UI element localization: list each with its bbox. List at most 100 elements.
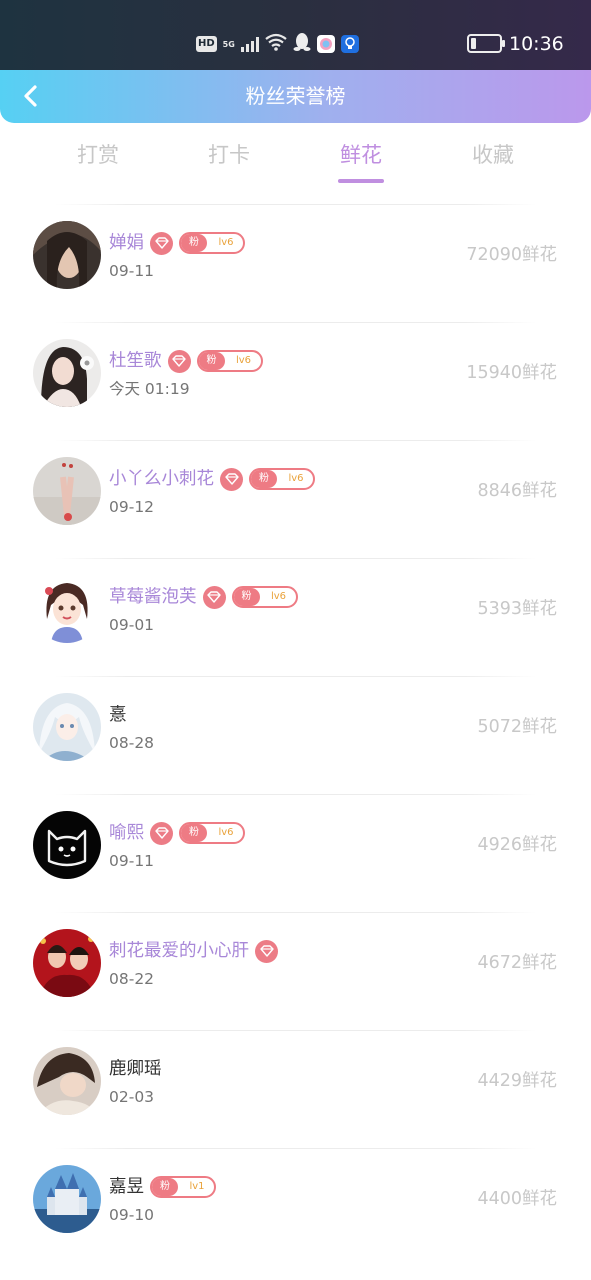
list-item-date: 09-10 xyxy=(109,1206,155,1224)
avatar[interactable] xyxy=(33,221,101,289)
divider xyxy=(55,676,537,677)
name-line: 嘉昱 粉 lv1 xyxy=(109,1174,216,1200)
lightbulb-app-icon xyxy=(340,35,359,53)
app-icon xyxy=(316,35,335,53)
fan-level-badge: 粉 lv6 xyxy=(231,586,298,608)
fan-level: lv6 xyxy=(270,591,287,602)
list-item-date: 08-28 xyxy=(109,734,155,752)
list-item-date: 02-03 xyxy=(109,1088,155,1106)
user-name[interactable]: 草莓酱泡芙 xyxy=(109,585,197,609)
list-item[interactable]: 嘉昱 粉 lv1 09-10 4400鲜花 xyxy=(0,1148,591,1266)
tab-flowers[interactable]: 鲜花 xyxy=(316,138,406,172)
divider xyxy=(55,440,537,441)
divider xyxy=(55,204,537,205)
avatar[interactable] xyxy=(33,339,101,407)
tab-tips[interactable]: 打赏 xyxy=(53,138,143,172)
status-bar: HD 5G 10:36 xyxy=(0,0,591,80)
battery-level xyxy=(471,38,476,49)
user-name[interactable]: 婵娟 xyxy=(109,231,144,255)
diamond-icon xyxy=(150,231,173,255)
name-line: 小丫么小刺花 粉 lv6 xyxy=(109,466,315,492)
avatar[interactable] xyxy=(33,929,101,997)
flower-count: 4672鲜花 xyxy=(477,953,557,973)
user-name[interactable]: 喻熙 xyxy=(109,821,144,845)
fan-label: 粉 xyxy=(233,588,260,606)
avatar[interactable] xyxy=(33,693,101,761)
list-item[interactable]: 小丫么小刺花 粉 lv6 09-12 8846鲜花 xyxy=(0,440,591,558)
name-line: 草莓酱泡芙 粉 lv6 xyxy=(109,584,298,610)
tab-checkin[interactable]: 打卡 xyxy=(184,138,274,172)
divider xyxy=(55,1030,537,1031)
ranking-list: 婵娟 粉 lv6 09-11 72090鲜花 杜笙歌 粉 lv6 今天 01:19 … xyxy=(0,204,591,1266)
fan-label: 粉 xyxy=(152,1178,178,1196)
signal-icon xyxy=(240,36,259,52)
user-name[interactable]: 杜笙歌 xyxy=(109,349,162,373)
avatar[interactable] xyxy=(33,575,101,643)
flower-count: 4400鲜花 xyxy=(477,1189,557,1209)
divider xyxy=(55,1148,537,1149)
user-name[interactable]: 憙 xyxy=(109,703,127,727)
fan-level: lv6 xyxy=(218,827,234,838)
list-item-date: 09-01 xyxy=(109,616,155,634)
fan-level-badge: 粉 lv1 xyxy=(150,1176,216,1198)
wifi-icon xyxy=(265,33,287,55)
list-item-date: 09-11 xyxy=(109,262,155,280)
list-item[interactable]: 鹿卿瑶 02-03 4429鲜花 xyxy=(0,1030,591,1148)
header-bar: 粉丝荣誉榜 xyxy=(0,70,591,123)
diamond-icon xyxy=(220,467,243,491)
fan-label: 粉 xyxy=(181,824,207,842)
tab-bar: 打赏 打卡 鲜花 收藏 xyxy=(0,138,591,194)
name-line: 杜笙歌 粉 lv6 xyxy=(109,348,263,374)
fan-label: 粉 xyxy=(181,234,207,252)
fan-level: lv6 xyxy=(235,355,252,366)
flower-count: 8846鲜花 xyxy=(477,481,557,501)
diamond-icon xyxy=(255,939,278,963)
network-type: 5G xyxy=(222,39,235,49)
tab-favorites[interactable]: 收藏 xyxy=(448,138,538,172)
flower-count: 5072鲜花 xyxy=(477,717,557,737)
flower-count: 15940鲜花 xyxy=(466,363,557,383)
avatar[interactable] xyxy=(33,1047,101,1115)
fan-level-badge: 粉 lv6 xyxy=(249,468,315,490)
clock: 10:36 xyxy=(509,33,564,55)
list-item-date: 09-12 xyxy=(109,498,155,516)
name-line: 鹿卿瑶 xyxy=(109,1056,162,1082)
name-line: 憙 xyxy=(109,702,127,728)
user-name[interactable]: 鹿卿瑶 xyxy=(109,1057,162,1081)
flower-count: 5393鲜花 xyxy=(477,599,557,619)
divider xyxy=(55,322,537,323)
fan-level: lv1 xyxy=(189,1181,205,1192)
list-item[interactable]: 草莓酱泡芙 粉 lv6 09-01 5393鲜花 xyxy=(0,558,591,676)
user-name[interactable]: 嘉昱 xyxy=(109,1175,144,1199)
avatar[interactable] xyxy=(33,1165,101,1233)
user-name[interactable]: 小丫么小刺花 xyxy=(109,467,214,491)
list-item-date: 09-11 xyxy=(109,852,155,870)
name-line: 喻熙 粉 lv6 xyxy=(109,820,245,846)
fan-level-badge: 粉 lv6 xyxy=(179,232,245,254)
qq-icon xyxy=(293,32,311,56)
flower-count: 4429鲜花 xyxy=(477,1071,557,1091)
list-item-date: 今天 01:19 xyxy=(109,380,190,398)
fan-label: 粉 xyxy=(198,352,225,370)
fan-level-badge: 粉 lv6 xyxy=(196,350,263,372)
divider xyxy=(55,558,537,559)
diamond-icon xyxy=(150,821,173,845)
flower-count: 4926鲜花 xyxy=(477,835,557,855)
list-item[interactable]: 杜笙歌 粉 lv6 今天 01:19 15940鲜花 xyxy=(0,322,591,440)
fan-label: 粉 xyxy=(251,470,277,488)
fan-level: lv6 xyxy=(288,473,304,484)
user-name[interactable]: 刺花最爱的小心肝 xyxy=(109,939,249,963)
page-title: 粉丝荣誉榜 xyxy=(245,84,346,108)
list-item[interactable]: 婵娟 粉 lv6 09-11 72090鲜花 xyxy=(0,204,591,322)
avatar[interactable] xyxy=(33,457,101,525)
name-line: 刺花最爱的小心肝 xyxy=(109,938,278,964)
avatar[interactable] xyxy=(33,811,101,879)
name-line: 婵娟 粉 lv6 xyxy=(109,230,245,256)
list-item[interactable]: 喻熙 粉 lv6 09-11 4926鲜花 xyxy=(0,794,591,912)
list-item[interactable]: 刺花最爱的小心肝 08-22 4672鲜花 xyxy=(0,912,591,1030)
list-item-date: 08-22 xyxy=(109,970,155,988)
diamond-icon xyxy=(202,585,226,609)
hd-indicator: HD xyxy=(196,36,217,52)
divider xyxy=(55,912,537,913)
list-item[interactable]: 憙 08-28 5072鲜花 xyxy=(0,676,591,794)
